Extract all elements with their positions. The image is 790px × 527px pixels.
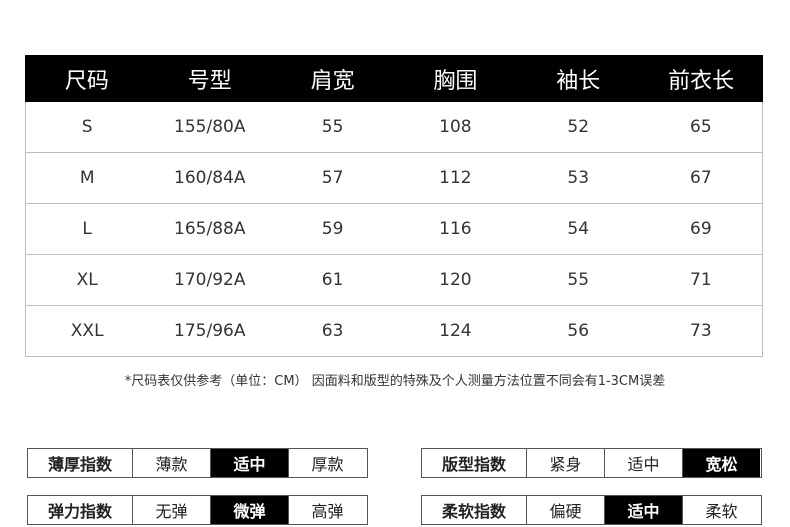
table-row: XXL 175/96A 63 124 56 73 [25, 305, 763, 357]
fit-option-loose: 宽松 [682, 449, 760, 477]
softness-index: 柔软指数 偏硬 适中 柔软 [421, 495, 762, 525]
cell-size: S [25, 101, 149, 153]
cell-front-length: 67 [639, 152, 763, 204]
elasticity-option-slight: 微弹 [210, 496, 288, 524]
table-row: S 155/80A 55 108 52 65 [25, 101, 763, 153]
elasticity-index: 弹力指数 无弹 微弹 高弹 [27, 495, 368, 525]
thickness-option-medium: 适中 [210, 449, 288, 477]
cell-chest: 108 [393, 101, 517, 153]
elasticity-option-high: 高弹 [288, 496, 366, 524]
fit-option-regular: 适中 [604, 449, 682, 477]
cell-chest: 112 [393, 152, 517, 204]
cell-shoulder: 63 [271, 305, 394, 357]
thickness-index: 薄厚指数 薄款 适中 厚款 [27, 448, 368, 478]
softness-index-label: 柔软指数 [441, 502, 506, 521]
cell-front-length: 65 [639, 101, 763, 153]
cell-shoulder: 61 [271, 254, 394, 306]
elasticity-index-label: 弹力指数 [47, 502, 112, 521]
cell-model: 175/96A [148, 305, 272, 357]
fit-option-slim: 紧身 [526, 449, 604, 477]
table-row: XL 170/92A 61 120 55 71 [25, 254, 763, 306]
cell-front-length: 69 [639, 203, 763, 255]
fit-index: 版型指数 紧身 适中 宽松 [421, 448, 762, 478]
cell-sleeve: 54 [516, 203, 640, 255]
cell-sleeve: 55 [516, 254, 640, 306]
header-sleeve: 袖长 [516, 55, 641, 102]
cell-model: 165/88A [148, 203, 272, 255]
header-model: 号型 [147, 55, 272, 102]
cell-size: M [25, 152, 149, 204]
cell-shoulder: 59 [271, 203, 394, 255]
table-row: M 160/84A 57 112 53 67 [25, 152, 763, 204]
cell-shoulder: 57 [271, 152, 394, 204]
header-shoulder: 肩宽 [270, 55, 395, 102]
cell-size: L [25, 203, 149, 255]
header-size: 尺码 [25, 55, 149, 102]
size-chart-disclaimer: *尺码表仅供参考（单位：CM） 因面料和版型的特殊及个人测量方法位置不同会有1-… [124, 374, 666, 389]
softness-option-firm: 偏硬 [526, 496, 604, 524]
cell-size: XXL [25, 305, 149, 357]
cell-front-length: 73 [639, 305, 763, 357]
size-chart-header-row: 尺码 号型 肩宽 胸围 袖长 前衣长 [25, 55, 763, 102]
header-chest: 胸围 [393, 55, 518, 102]
cell-chest: 120 [393, 254, 517, 306]
table-row: L 165/88A 59 116 54 69 [25, 203, 763, 255]
size-chart-table: 尺码 号型 肩宽 胸围 袖长 前衣长 S 155/80A 55 108 52 6… [25, 55, 763, 357]
cell-model: 160/84A [148, 152, 272, 204]
cell-sleeve: 56 [516, 305, 640, 357]
header-front-length: 前衣长 [639, 55, 763, 102]
thickness-option-thick: 厚款 [288, 449, 366, 477]
cell-model: 155/80A [148, 101, 272, 153]
cell-size: XL [25, 254, 149, 306]
cell-model: 170/92A [148, 254, 272, 306]
fit-index-label: 版型指数 [441, 455, 506, 474]
cell-sleeve: 53 [516, 152, 640, 204]
thickness-index-label: 薄厚指数 [47, 455, 112, 474]
cell-shoulder: 55 [271, 101, 394, 153]
cell-chest: 124 [393, 305, 517, 357]
cell-front-length: 71 [639, 254, 763, 306]
cell-sleeve: 52 [516, 101, 640, 153]
elasticity-option-none: 无弹 [132, 496, 210, 524]
softness-option-medium: 适中 [604, 496, 682, 524]
thickness-option-thin: 薄款 [132, 449, 210, 477]
cell-chest: 116 [393, 203, 517, 255]
softness-option-soft: 柔软 [682, 496, 760, 524]
